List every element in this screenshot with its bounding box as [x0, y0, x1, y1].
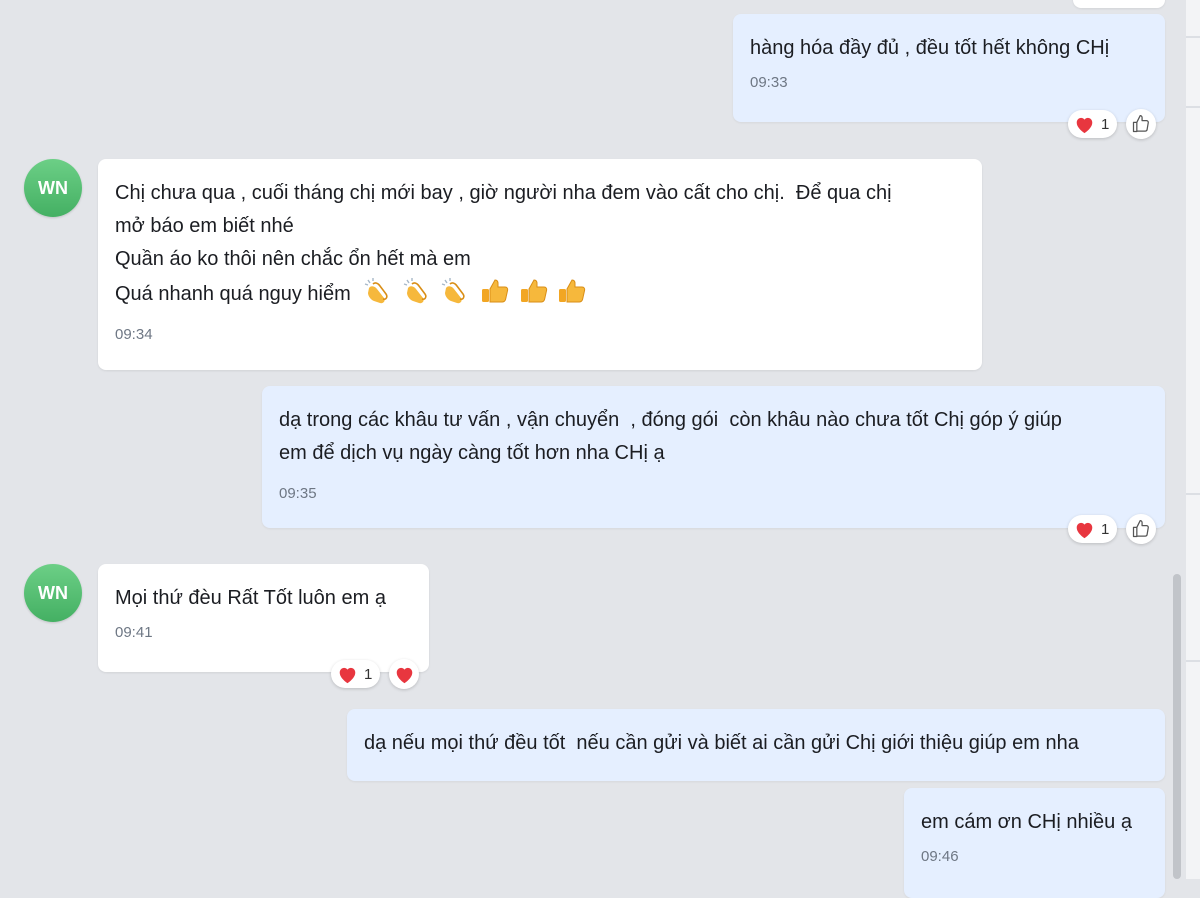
message-bubble-outgoing[interactable]: dạ nếu mọi thứ đều tốt nếu cần gửi và bi…: [347, 709, 1165, 781]
message-text: em cám ơn CHị nhiều ạ: [921, 811, 1132, 833]
message-line: em để dịch vụ ngày càng tốt hơn nha CHị …: [279, 442, 665, 464]
message-bubble-outgoing[interactable]: hàng hóa đầy đủ , đều tốt hết không CHị …: [733, 14, 1165, 122]
clapping-hands-emoji-icon: [403, 278, 427, 304]
message-bubble-incoming[interactable]: Chị chưa qua , cuối tháng chị mới bay , …: [98, 159, 982, 370]
avatar-initials: WN: [38, 177, 68, 198]
message-line: mở báo em biết nhé: [115, 215, 294, 237]
avatar-initials: WN: [38, 582, 68, 603]
chat-thread: hàng hóa đầy đủ , đều tốt hết không CHị …: [0, 0, 1200, 898]
message-line: Chị chưa qua , cuối tháng chị mới bay , …: [115, 182, 892, 204]
thumbs-up-emoji-icon: [559, 279, 586, 303]
thumbs-up-outline-icon: [1132, 115, 1149, 133]
thumbs-up-emoji-icon: [481, 279, 509, 303]
like-button[interactable]: [1126, 109, 1156, 139]
react-heart-button[interactable]: [389, 659, 419, 689]
message-line-with-emoji: Quá nhanh quá nguy hiểm: [115, 276, 965, 311]
message-bubble-outgoing[interactable]: em cám ơn CHị nhiều ạ 09:46: [904, 788, 1165, 898]
message-time: 09:35: [279, 485, 317, 502]
side-panel-edge: [1186, 0, 1200, 879]
message-bubble-outgoing[interactable]: dạ trong các khâu tư vấn , vận chuyển , …: [262, 386, 1165, 528]
message-text: hàng hóa đầy đủ , đều tốt hết không CHị: [750, 37, 1110, 59]
avatar[interactable]: WN: [24, 159, 82, 217]
emoji-group: [362, 278, 588, 305]
message-line: Quần áo ko thôi nên chắc ổn hết mà em: [115, 248, 471, 270]
heart-icon: [396, 667, 412, 683]
divider: [1186, 36, 1200, 38]
scrollbar-thumb[interactable]: [1173, 574, 1181, 879]
clapping-hands-emoji-icon: [442, 278, 466, 304]
message-line: Quá nhanh quá nguy hiểm: [115, 283, 351, 305]
message-time: 09:46: [921, 848, 959, 865]
heart-icon: [1076, 117, 1093, 133]
heart-icon: [1076, 522, 1093, 538]
divider: [1186, 106, 1200, 108]
message-bubble-incoming[interactable]: Mọi thứ đèu Rất Tốt luôn em ạ 09:41: [98, 564, 429, 672]
message-time: 09:41: [115, 624, 153, 641]
reaction-badge[interactable]: 1: [1068, 110, 1118, 138]
previous-message-bubble: [1073, 0, 1165, 8]
clapping-hands-emoji-icon: [365, 278, 388, 304]
message-text: Mọi thứ đèu Rất Tốt luôn em ạ: [115, 587, 386, 609]
reaction-count: 1: [1101, 115, 1110, 133]
avatar[interactable]: WN: [24, 564, 82, 622]
message-time: 09:33: [750, 74, 788, 91]
divider: [1186, 493, 1200, 495]
reaction-badge[interactable]: 1: [331, 660, 381, 688]
divider: [1186, 660, 1200, 662]
thumbs-up-outline-icon: [1132, 520, 1149, 538]
message-text: dạ nếu mọi thứ đều tốt nếu cần gửi và bi…: [364, 732, 1079, 754]
like-button[interactable]: [1126, 514, 1156, 544]
reaction-count: 1: [364, 665, 373, 683]
reaction-badge[interactable]: 1: [1068, 515, 1118, 543]
message-time: 09:34: [115, 326, 153, 343]
message-line: dạ trong các khâu tư vấn , vận chuyển , …: [279, 409, 1062, 431]
heart-icon: [339, 667, 356, 683]
reaction-count: 1: [1101, 520, 1110, 538]
thumbs-up-emoji-icon: [520, 279, 547, 303]
